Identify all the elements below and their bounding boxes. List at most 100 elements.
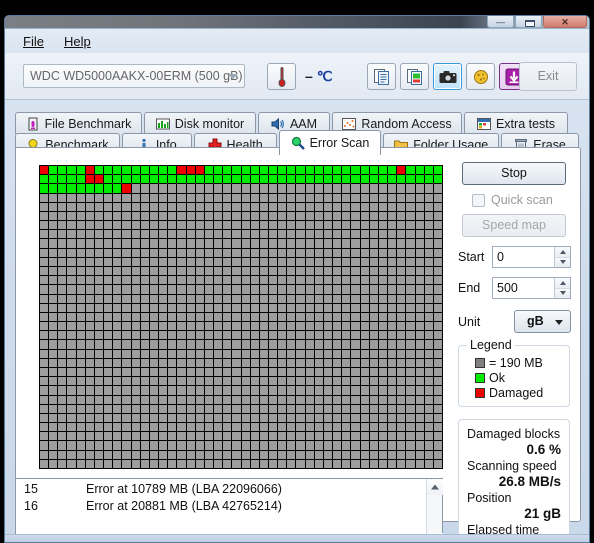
scan-block — [214, 413, 223, 423]
scan-block — [296, 312, 305, 322]
scan-block — [159, 386, 168, 395]
end-spin-buttons[interactable] — [554, 278, 570, 298]
scan-block — [397, 441, 406, 450]
tab-error-scan[interactable]: Error Scan — [278, 130, 382, 155]
scan-block — [195, 166, 204, 175]
scan-block — [122, 450, 131, 459]
drive-select[interactable]: WDC WD5000AAKX-00ERM (500 gB) — [23, 64, 245, 88]
scan-block — [67, 166, 76, 175]
scan-block — [177, 257, 186, 266]
tab-extra-tests[interactable]: Extra tests — [464, 112, 568, 134]
scan-block — [314, 276, 323, 285]
restore-button[interactable] — [515, 16, 542, 28]
quick-scan-checkbox[interactable] — [472, 193, 485, 207]
scan-block — [250, 386, 259, 395]
close-button[interactable]: ✕ — [543, 16, 587, 28]
scan-block — [223, 377, 232, 386]
tab-disk-monitor[interactable]: Disk monitor — [144, 112, 256, 134]
start-spin-buttons[interactable] — [554, 247, 570, 267]
scan-block — [241, 202, 250, 211]
scan-block — [433, 184, 442, 193]
scan-block — [149, 202, 159, 211]
scan-block — [149, 276, 159, 285]
screenshot-button[interactable] — [433, 63, 462, 90]
scan-block — [159, 248, 168, 257]
log-row[interactable]: 16 Error at 20881 MB (LBA 42765214) — [16, 496, 442, 513]
scan-block — [40, 303, 49, 312]
scan-block — [388, 367, 397, 377]
scan-block — [388, 230, 397, 239]
menu-file[interactable]: File — [13, 32, 54, 51]
scan-block — [397, 404, 406, 413]
scan-block — [177, 211, 186, 221]
scan-block — [186, 432, 195, 441]
stop-button[interactable]: Stop — [462, 162, 566, 185]
scan-block — [433, 285, 442, 294]
scan-block — [342, 441, 351, 450]
scan-block — [76, 395, 85, 404]
scan-block — [131, 211, 140, 221]
scan-block — [415, 202, 424, 211]
scan-block — [342, 386, 351, 395]
scan-block — [406, 413, 415, 423]
title-bar[interactable]: — ✕ — [5, 16, 589, 29]
scan-block — [104, 184, 113, 193]
scan-block — [397, 395, 406, 404]
quick-scan-checkbox-row[interactable]: Quick scan — [472, 193, 574, 207]
scan-block — [424, 322, 433, 331]
scan-block — [177, 193, 186, 202]
scan-block — [388, 404, 397, 413]
scan-block — [76, 322, 85, 331]
scan-block — [406, 303, 415, 312]
scan-grid[interactable] — [39, 165, 443, 469]
exit-button[interactable]: Exit — [519, 62, 577, 91]
scan-block — [369, 285, 378, 294]
end-spin-down[interactable] — [555, 288, 570, 298]
scan-block — [49, 175, 58, 184]
menu-help[interactable]: Help — [54, 32, 101, 51]
scan-block — [195, 266, 204, 276]
scan-block — [323, 367, 333, 377]
scan-block — [250, 257, 259, 266]
log-scroll-up-button[interactable] — [427, 479, 443, 495]
scan-block — [113, 184, 122, 193]
scan-block — [360, 193, 369, 202]
scan-block — [268, 450, 278, 459]
end-spin-up[interactable] — [555, 278, 570, 289]
end-stepper[interactable]: 500 — [492, 277, 571, 299]
copy-text-button[interactable] — [367, 63, 396, 90]
log-row-message: Error at 20881 MB (LBA 42765214) — [86, 499, 282, 513]
scan-block — [76, 423, 85, 432]
temperature-button[interactable] — [267, 63, 296, 90]
scan-block — [397, 257, 406, 266]
scan-block — [305, 358, 314, 367]
scan-block — [204, 303, 214, 312]
start-field-row: Start 0 — [458, 246, 574, 268]
scan-block — [214, 312, 223, 322]
scan-block — [159, 175, 168, 184]
scan-block — [168, 266, 177, 276]
scan-block — [415, 459, 424, 468]
tab-file-benchmark[interactable]: File Benchmark — [15, 112, 142, 134]
copy-image-button[interactable] — [400, 63, 429, 90]
scan-block — [305, 230, 314, 239]
log-row[interactable]: 15 Error at 10789 MB (LBA 22096066) — [16, 479, 442, 496]
scan-block — [424, 276, 433, 285]
screenshot-root: — ✕ File Help WDC WD5000AAKX-00ERM (500 … — [0, 0, 594, 543]
scan-block — [333, 432, 342, 441]
scan-block — [131, 441, 140, 450]
start-spin-up[interactable] — [555, 247, 570, 258]
start-stepper[interactable]: 0 — [492, 246, 571, 268]
scan-block — [296, 184, 305, 193]
scan-block — [268, 166, 278, 175]
minimize-button[interactable]: — — [487, 16, 514, 28]
speed-map-button[interactable]: Speed map — [462, 214, 566, 237]
start-spin-down[interactable] — [555, 257, 570, 267]
cookie-button[interactable] — [466, 63, 495, 90]
scan-block — [305, 349, 314, 358]
unit-select[interactable]: gB — [514, 310, 571, 333]
scan-block — [342, 413, 351, 423]
scan-block — [287, 312, 296, 322]
scan-block — [287, 450, 296, 459]
scan-block — [424, 184, 433, 193]
